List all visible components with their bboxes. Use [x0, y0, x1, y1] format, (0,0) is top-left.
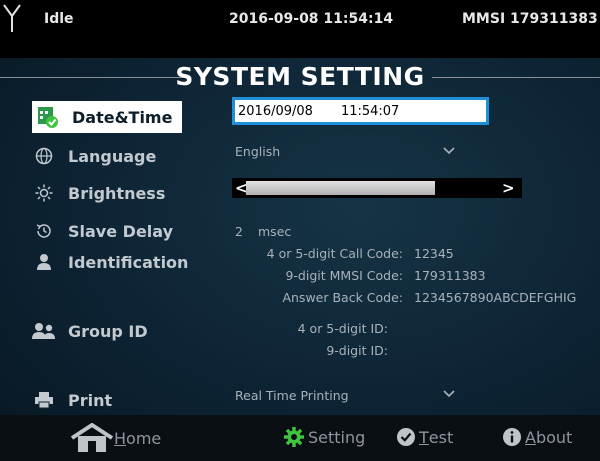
title-bar: SYSTEM SETTING [0, 58, 600, 96]
status-mmsi: MMSI 179311383 [462, 11, 598, 27]
answer-back-label: Answer Back Code: [282, 290, 403, 305]
menu-label-group-id: Group ID [68, 321, 148, 341]
history-icon [32, 219, 56, 243]
calendar-check-icon [36, 105, 60, 129]
nav-test-label: est [428, 427, 454, 447]
printer-icon [32, 388, 56, 412]
status-datetime: 2016-09-08 11:54:14 [229, 11, 394, 27]
menu-label-brightness: Brightness [68, 183, 166, 203]
menu-item-slave-delay[interactable]: Slave Delay [32, 215, 173, 247]
nav-about-button[interactable]: About [502, 427, 572, 447]
menu-label-slave-delay: Slave Delay [68, 221, 174, 241]
home-icon [70, 423, 114, 452]
menu-item-brightness[interactable]: Brightness [32, 177, 165, 209]
gear-icon [284, 427, 304, 447]
nav-test-label-initial: T [419, 427, 429, 447]
globe-icon [32, 144, 56, 168]
date-value: 2016/09/08 [238, 103, 313, 119]
nav-home-button[interactable]: Home [70, 423, 161, 453]
mmsi-code-label: 9-digit MMSI Code: [285, 268, 403, 283]
menu-item-datetime[interactable]: Date&Time [32, 101, 182, 133]
nav-home-label: ome [126, 428, 162, 448]
sun-icon [32, 181, 56, 205]
status-state: Idle [44, 11, 74, 27]
chevron-down-icon[interactable] [442, 146, 456, 156]
time-value: 11:54:07 [340, 103, 400, 119]
nav-home-label-initial: H [114, 428, 127, 448]
group-id-short-label: 4 or 5-digit ID: [297, 321, 388, 336]
antenna-icon [3, 4, 21, 32]
mmsi-code-value[interactable]: 179311383 [414, 268, 486, 283]
menu-label-language: Language [68, 146, 157, 166]
answer-back-value[interactable]: 1234567890ABCDEFGHIG [414, 290, 576, 305]
language-select-value[interactable]: English [235, 144, 280, 159]
datetime-input[interactable]: 2016/09/08 11:54:07 [232, 97, 489, 125]
nav-about-label: bout [535, 427, 573, 447]
bottom-nav: Home Setting Test About [0, 415, 600, 461]
slave-delay-unit: msec [258, 224, 292, 239]
menu-label-print: Print [68, 390, 113, 410]
call-code-label: 4 or 5-digit Call Code: [266, 246, 403, 261]
brightness-track[interactable] [246, 181, 435, 195]
menu-item-group-id[interactable]: Group ID [32, 315, 148, 347]
menu-item-print[interactable]: Print [32, 384, 112, 416]
group-id-long-label: 9-digit ID: [326, 343, 388, 358]
nav-test-button[interactable]: Test [396, 427, 453, 447]
menu-label-datetime: Date&Time [72, 107, 173, 127]
user-icon [32, 250, 56, 274]
page-title: SYSTEM SETTING [175, 62, 425, 91]
chevron-down-icon[interactable] [442, 389, 456, 399]
check-circle-icon [397, 428, 415, 446]
users-icon [32, 319, 56, 343]
status-bar: Idle 2016-09-08 11:54:14 MMSI 179311383 [0, 0, 600, 58]
menu-label-identification: Identification [68, 252, 189, 272]
info-icon [503, 428, 521, 446]
brightness-slider[interactable]: < > [232, 178, 522, 198]
nav-setting-button[interactable]: Setting [284, 427, 365, 447]
slave-delay-value[interactable]: 2 [235, 224, 243, 239]
call-code-value[interactable]: 12345 [414, 246, 454, 261]
menu-item-language[interactable]: Language [32, 140, 156, 172]
nav-setting-label: Setting [308, 427, 366, 447]
menu-item-identification[interactable]: Identification [32, 246, 188, 278]
nav-about-label-initial: A [525, 427, 536, 447]
print-select-value[interactable]: Real Time Printing [235, 388, 349, 403]
brightness-increase-button[interactable]: > [502, 178, 515, 198]
